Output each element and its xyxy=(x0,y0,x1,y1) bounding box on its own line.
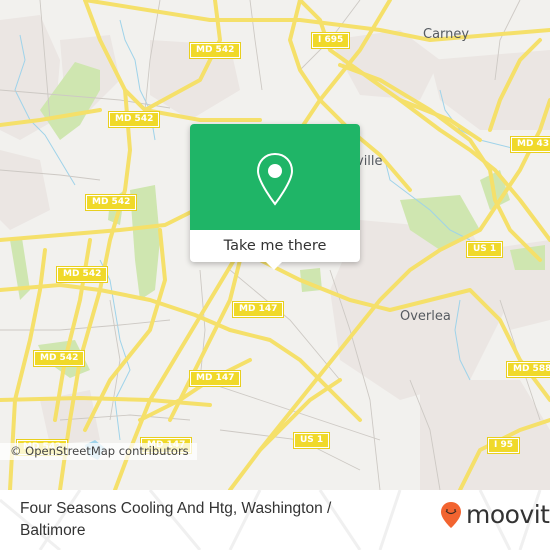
popup-header xyxy=(190,124,360,230)
road-shield-us-1: US 1 xyxy=(292,432,331,449)
map-attribution[interactable]: © OpenStreetMap contributors xyxy=(0,443,197,460)
road-shield-md-542: MD 542 xyxy=(84,194,138,211)
road-shield-md-542: MD 542 xyxy=(188,42,242,59)
map-pin-icon xyxy=(256,152,294,206)
popup-pointer xyxy=(266,262,282,270)
location-popup: Take me there xyxy=(190,124,360,270)
moovit-wordmark: moovit xyxy=(466,500,550,529)
road-shield-md-542: MD 542 xyxy=(107,111,161,128)
road-shield-md-588: MD 588 xyxy=(505,361,550,378)
road-shield-md-147: MD 147 xyxy=(188,370,242,387)
road-shield-md-147: MD 147 xyxy=(231,301,285,318)
place-label-overlea: Overlea xyxy=(400,309,451,324)
moovit-logo[interactable]: moovit xyxy=(440,500,550,530)
place-title: Four Seasons Cooling And Htg, Washington… xyxy=(20,500,332,539)
road-shield-i-695: I 695 xyxy=(310,32,351,49)
take-me-there-button[interactable]: Take me there xyxy=(190,230,360,262)
road-shield-md-542: MD 542 xyxy=(55,266,109,283)
road-shield-md-542: MD 542 xyxy=(32,350,86,367)
road-shield-i-95: I 95 xyxy=(486,437,521,454)
place-label-carney: Carney xyxy=(423,27,470,42)
road-shield-us-1: US 1 xyxy=(465,241,504,258)
moovit-pin-icon xyxy=(441,502,461,528)
map[interactable]: Carney ville Overlea MD 542 I 695 MD 542… xyxy=(0,0,550,490)
footer: Four Seasons Cooling And Htg, Washington… xyxy=(0,490,550,550)
road-shield-md-43: MD 43 xyxy=(509,136,550,153)
